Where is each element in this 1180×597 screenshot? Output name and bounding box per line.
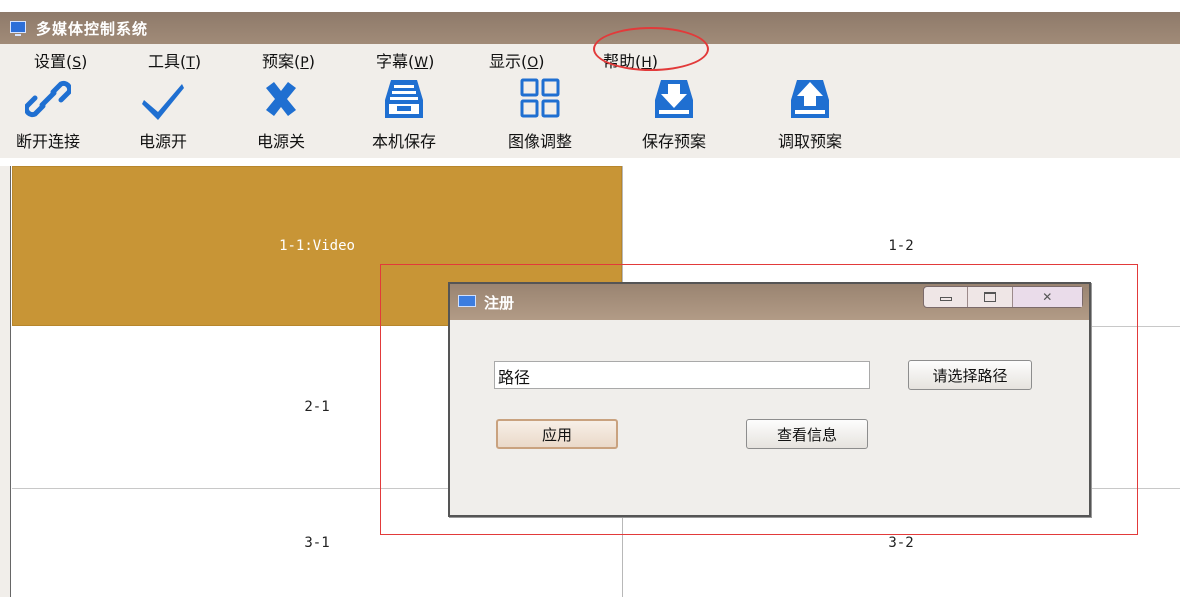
menu-subtitles[interactable]: 字幕(W) bbox=[376, 48, 434, 72]
register-dialog: 注册 ✕ 路径 请选择路径 应用 查看信息 bbox=[448, 282, 1091, 517]
minimize-button[interactable] bbox=[924, 287, 969, 307]
grid-left-border bbox=[10, 166, 11, 597]
menu-presets[interactable]: 预案(P) bbox=[262, 48, 315, 72]
dialog-title: 注册 bbox=[484, 294, 515, 312]
menu-settings[interactable]: 设置(S) bbox=[34, 48, 87, 72]
path-input[interactable]: 路径 bbox=[494, 361, 870, 389]
monitor-icon bbox=[10, 21, 26, 36]
maximize-icon bbox=[983, 292, 996, 302]
dialog-title-bar[interactable]: 注册 ✕ bbox=[450, 284, 1089, 320]
toolbar: 断开连接 电源开 电源关 本机保存 图像调整 保存预案 调取预案 bbox=[0, 74, 1180, 158]
save-preset-button[interactable]: 保存预案 bbox=[630, 76, 718, 152]
dialog-app-icon bbox=[458, 295, 476, 307]
browse-path-button[interactable]: 请选择路径 bbox=[908, 360, 1032, 390]
menu-help[interactable]: 帮助(H) bbox=[603, 48, 658, 72]
menu-tools[interactable]: 工具(T) bbox=[148, 48, 201, 72]
disconnect-button[interactable]: 断开连接 bbox=[10, 76, 86, 152]
apply-button[interactable]: 应用 bbox=[496, 419, 618, 449]
window-title-bar: 多媒体控制系统 bbox=[0, 12, 1180, 44]
close-icon: ✕ bbox=[1042, 290, 1053, 304]
window-controls: ✕ bbox=[923, 286, 1083, 308]
maximize-button[interactable] bbox=[968, 287, 1013, 307]
power-on-button[interactable]: 电源开 bbox=[128, 76, 198, 152]
link-icon bbox=[25, 80, 71, 118]
inbox-save-icon bbox=[385, 80, 423, 118]
power-off-button[interactable]: 电源关 bbox=[246, 76, 316, 152]
menu-display[interactable]: 显示(O) bbox=[489, 48, 545, 72]
local-save-button[interactable]: 本机保存 bbox=[360, 76, 448, 152]
upload-tray-icon bbox=[791, 80, 829, 118]
x-icon bbox=[266, 82, 296, 116]
view-info-button[interactable]: 查看信息 bbox=[746, 419, 868, 449]
download-tray-icon bbox=[655, 80, 693, 118]
window-title: 多媒体控制系统 bbox=[36, 20, 149, 38]
minimize-icon bbox=[939, 297, 952, 301]
close-button[interactable]: ✕ bbox=[1012, 287, 1082, 307]
image-adjust-button[interactable]: 图像调整 bbox=[496, 76, 584, 152]
load-preset-button[interactable]: 调取预案 bbox=[766, 76, 854, 152]
checkmark-icon bbox=[142, 84, 184, 120]
menu-bar: 设置(S) 工具(T) 预案(P) 字幕(W) 显示(O) 帮助(H) bbox=[0, 44, 1180, 74]
grid-icon bbox=[520, 78, 560, 118]
